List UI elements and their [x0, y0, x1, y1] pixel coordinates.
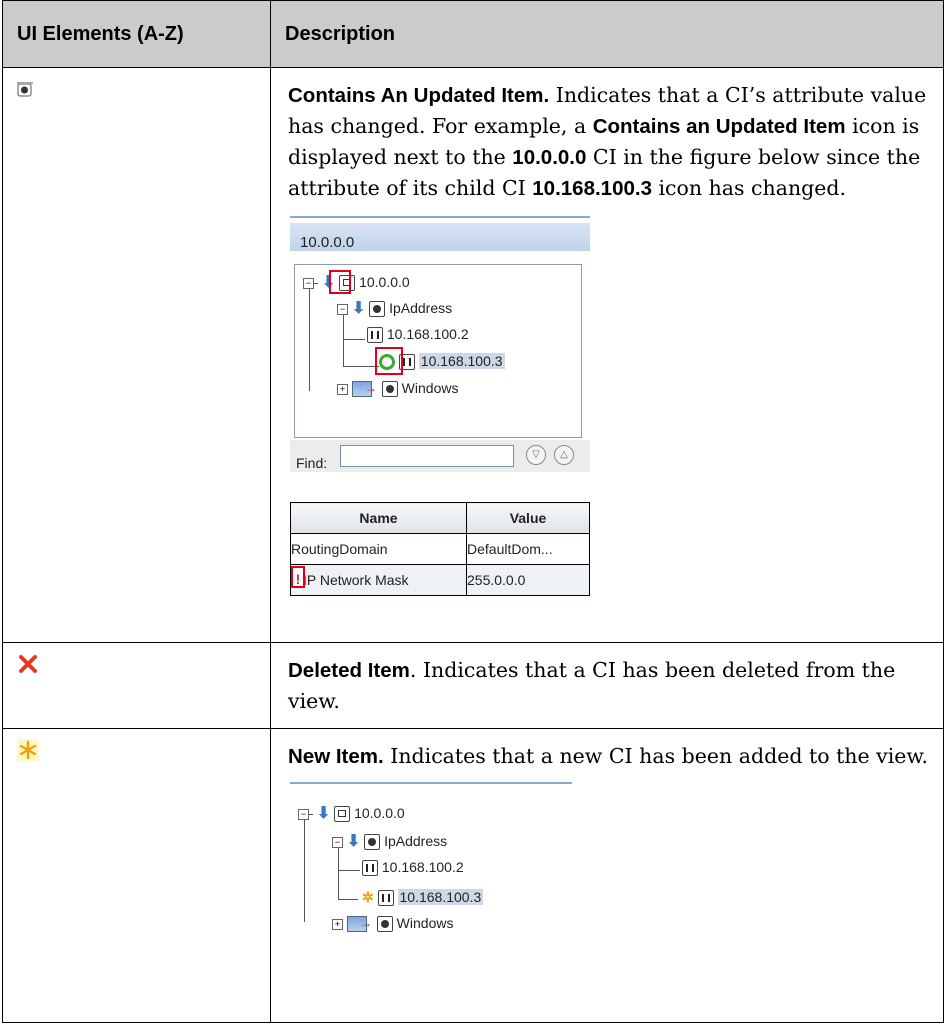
- grid-cell: RoutingDomain: [290, 533, 467, 565]
- tree-node-label: 10.168.100.3: [418, 353, 505, 369]
- description-text: New Item. Indicates that a new CI has be…: [288, 741, 933, 772]
- windows-icon: [346, 914, 372, 933]
- tree-view: − ⬇ 10.0.0.0 − ⬇ IpAddress 10.168.100.2: [290, 792, 580, 942]
- windows-icon: [351, 379, 377, 398]
- collapse-icon[interactable]: −: [303, 277, 314, 289]
- screenshot-new-item: − ⬇ 10.0.0.0 − ⬇ IpAddress 10.168.100.2: [290, 782, 590, 942]
- tree-node-ipaddress[interactable]: − ⬇ IpAddress: [337, 299, 453, 318]
- grid-row[interactable]: ! IP Network Mask 255.0.0.0: [290, 564, 590, 596]
- header-description: Description: [270, 0, 944, 68]
- icon-cell: [2, 642, 271, 729]
- collapse-icon[interactable]: −: [337, 303, 348, 315]
- tree-node-label: 10.168.100.3: [397, 889, 484, 905]
- desc-bold: Contains an Updated Item: [592, 115, 846, 138]
- item-title: Deleted Item: [288, 659, 410, 682]
- tree-node-child1[interactable]: 10.168.100.2: [367, 325, 469, 344]
- tree-node-ipaddress[interactable]: − ⬇ IpAddress: [332, 832, 448, 851]
- changed-attribute-icon: !: [291, 566, 305, 588]
- grid-cell: 255.0.0.0: [466, 564, 590, 596]
- desc-bold: 10.168.100.3: [532, 177, 652, 200]
- ui-elements-table: UI Elements (A-Z) Description Contains A…: [2, 0, 944, 1023]
- description-cell: New Item. Indicates that a new CI has be…: [270, 728, 944, 1023]
- cube-icon: [376, 916, 393, 933]
- expand-icon[interactable]: +: [337, 383, 348, 395]
- grid-cell-text: IP Network Mask: [303, 572, 409, 588]
- tree-node-label: 10.0.0.0: [359, 274, 410, 290]
- cube-icon: [364, 834, 381, 851]
- column-header-value[interactable]: Value: [466, 502, 590, 534]
- icon-cell: [2, 728, 271, 1023]
- grid-cell: DefaultDom...: [466, 533, 590, 565]
- find-next-icon[interactable]: ▽: [526, 445, 546, 465]
- grid-header-row: Name Value: [290, 502, 590, 534]
- pane-title-bar: 10.0.0.0: [290, 223, 590, 251]
- collapse-icon[interactable]: −: [298, 808, 309, 820]
- highlight-box: [329, 270, 351, 294]
- header-ui-elements: UI Elements (A-Z): [2, 0, 271, 68]
- find-label: Find:: [296, 455, 328, 471]
- expand-icon[interactable]: +: [332, 918, 343, 930]
- table-row: Deleted Item. Indicates that a CI has be…: [2, 642, 944, 729]
- new-item-icon: [17, 739, 39, 765]
- divider: [290, 216, 590, 218]
- properties-grid: Name Value RoutingDomain DefaultDom... !…: [290, 502, 590, 596]
- find-bar: Find: ▽ △: [290, 440, 590, 472]
- desc-text: icon has changed.: [651, 176, 847, 200]
- ip-address-icon: [377, 890, 394, 907]
- tree-node-label: 10.0.0.0: [354, 805, 405, 821]
- arrow-down-icon: ⬇: [351, 300, 366, 318]
- desc-bold: 10.0.0.0: [512, 146, 587, 169]
- tree-node-root[interactable]: − ⬇ 10.0.0.0: [298, 804, 405, 823]
- tree-node-windows[interactable]: + Windows: [337, 379, 459, 398]
- highlight-box: [375, 347, 403, 375]
- tree-node-windows[interactable]: + Windows: [332, 914, 454, 933]
- item-title: Contains An Updated Item.: [288, 84, 550, 107]
- table-header-row: UI Elements (A-Z) Description: [2, 0, 944, 68]
- description-text: Contains An Updated Item. Indicates that…: [288, 80, 933, 204]
- new-item-icon: ✲: [362, 889, 374, 905]
- tree-node-label: Windows: [401, 380, 459, 396]
- desc-text: Indicates that a new CI has been added t…: [383, 744, 929, 768]
- tree-node-label: 10.168.100.2: [381, 859, 464, 875]
- divider: [290, 782, 572, 784]
- tree-node-child2[interactable]: ✲ 10.168.100.3: [362, 888, 484, 907]
- screenshot-updated-item: 10.0.0.0 − ⬇ 10.0.0.0 − ⬇ IpAddress 10.1…: [290, 216, 620, 601]
- find-previous-icon[interactable]: △: [554, 445, 574, 465]
- find-input[interactable]: [340, 445, 514, 467]
- icon-cell: [2, 67, 271, 643]
- collapse-icon[interactable]: −: [332, 836, 343, 848]
- grid-row[interactable]: RoutingDomain DefaultDom...: [290, 533, 590, 565]
- arrow-down-icon: ⬇: [346, 833, 361, 851]
- column-header-name[interactable]: Name: [290, 502, 467, 534]
- description-cell: Deleted Item. Indicates that a CI has be…: [270, 642, 944, 729]
- table-row: Contains An Updated Item. Indicates that…: [2, 67, 944, 643]
- tree-node-root[interactable]: − ⬇ 10.0.0.0: [303, 273, 410, 292]
- grid-cell: ! IP Network Mask: [290, 564, 467, 596]
- pane-title: 10.0.0.0: [300, 234, 355, 251]
- tree-node-label: 10.168.100.2: [386, 326, 469, 342]
- tree-node-child1[interactable]: 10.168.100.2: [362, 858, 464, 877]
- ip-address-icon: [362, 860, 378, 877]
- cube-icon: [381, 381, 398, 398]
- ip-address-icon: [367, 327, 383, 344]
- cube-icon: [369, 301, 386, 318]
- tree-node-label: IpAddress: [384, 833, 448, 849]
- tree-node-label: Windows: [396, 915, 454, 931]
- tree-view: − ⬇ 10.0.0.0 − ⬇ IpAddress 10.168.100.2 …: [294, 264, 582, 438]
- table-row: New Item. Indicates that a new CI has be…: [2, 728, 944, 1023]
- deleted-item-icon: [17, 653, 39, 679]
- arrow-down-icon: ⬇: [316, 805, 331, 823]
- tree-node-label: IpAddress: [389, 300, 453, 316]
- network-icon: [334, 806, 351, 823]
- item-title: New Item.: [288, 745, 384, 768]
- description-cell: Contains An Updated Item. Indicates that…: [270, 67, 944, 643]
- contains-updated-item-icon: [17, 82, 33, 102]
